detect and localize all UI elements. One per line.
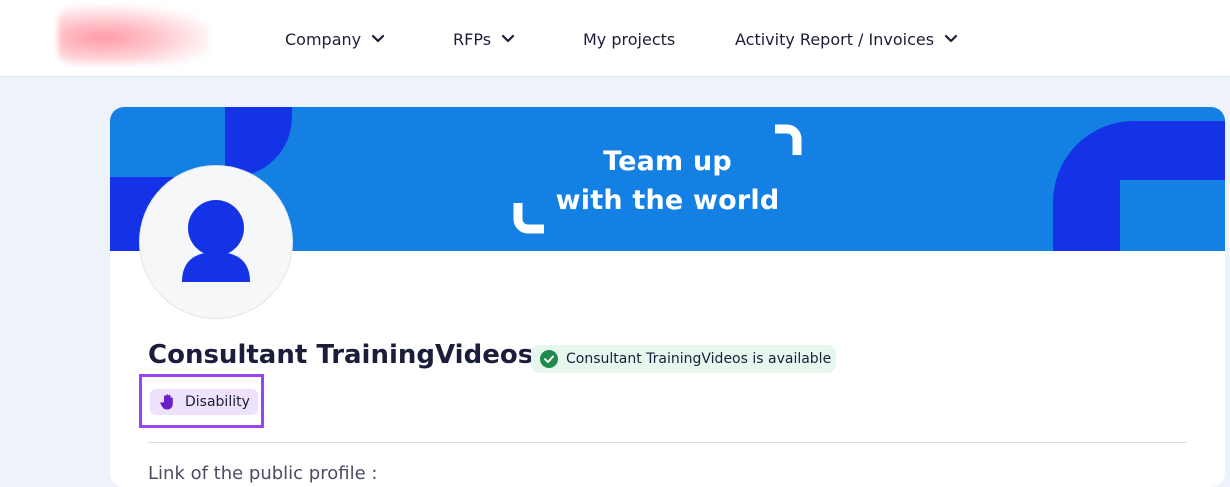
nav-rfps-label: RFPs — [453, 29, 492, 49]
company-logo[interactable] — [58, 6, 210, 64]
check-circle-icon — [540, 350, 558, 368]
nav-rfps[interactable]: RFPs — [453, 28, 515, 50]
disability-tag-label: Disability — [185, 394, 250, 410]
hand-icon — [160, 394, 173, 410]
nav-my-projects-label: My projects — [583, 29, 676, 49]
user-icon — [182, 200, 250, 282]
nav-activity-report-label: Activity Report / Invoices — [735, 29, 935, 49]
top-navigation-bar: Company RFPs My projects Activity Report… — [0, 0, 1230, 77]
nav-company-label: Company — [285, 29, 362, 49]
nav-my-projects[interactable]: My projects — [583, 28, 675, 50]
section-divider — [148, 442, 1187, 443]
chevron-down-icon — [372, 34, 385, 43]
chevron-down-icon — [501, 34, 515, 43]
chevron-down-icon — [944, 34, 958, 43]
nav-company[interactable]: Company — [285, 28, 385, 50]
avatar[interactable] — [139, 165, 293, 319]
disability-tag[interactable]: Disability — [150, 389, 258, 415]
availability-badge: Consultant TrainingVideos is available — [531, 345, 836, 373]
nav-activity-report[interactable]: Activity Report / Invoices — [735, 28, 958, 50]
profile-name: Consultant TrainingVideos — [148, 340, 534, 370]
availability-text: Consultant TrainingVideos is available — [566, 351, 832, 367]
